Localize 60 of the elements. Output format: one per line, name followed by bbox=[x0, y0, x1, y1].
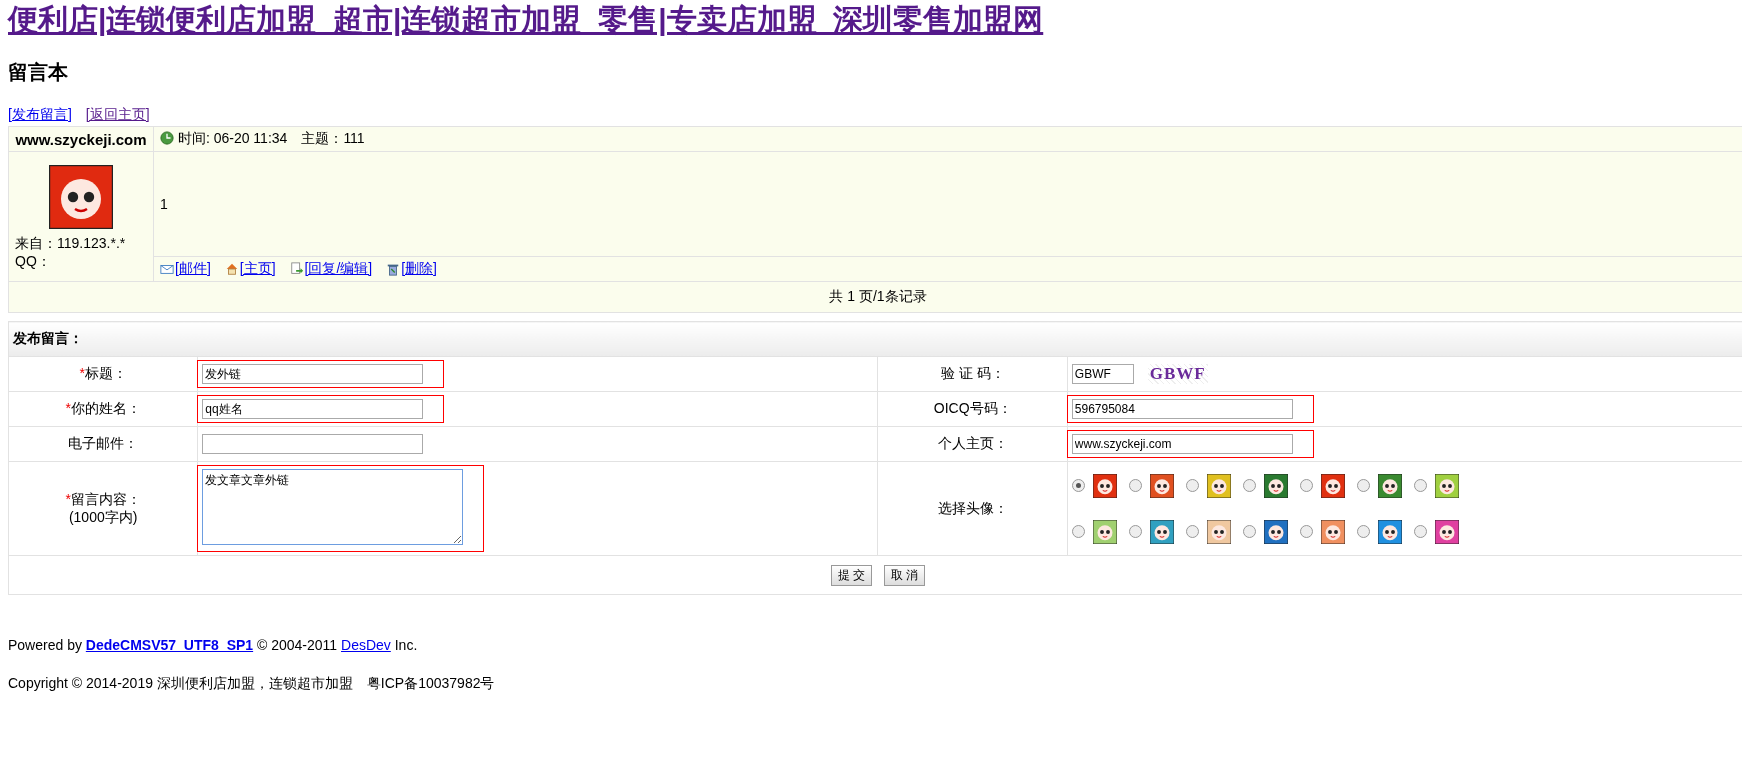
clock-icon bbox=[160, 131, 174, 145]
text-field[interactable]: www.szyckeji.com bbox=[1071, 434, 1293, 455]
page-title: 留言本 bbox=[8, 60, 68, 85]
radio-button[interactable] bbox=[1242, 525, 1256, 539]
captcha-image: GBWF bbox=[1147, 364, 1208, 385]
site-title-link[interactable]: 便利店|连锁便利店加盟_超市|连锁超市加盟_零售|专卖店加盟_深圳零售加盟网 bbox=[8, 0, 1044, 41]
field-label: *你的姓名： bbox=[65, 400, 141, 417]
action-link[interactable]: [删除] bbox=[401, 260, 437, 278]
visitor-ip: 来自：119.123.*.* bbox=[15, 234, 127, 253]
field-label: 验 证 码： bbox=[940, 365, 1005, 382]
radio-button[interactable] bbox=[1128, 525, 1142, 539]
text-field[interactable] bbox=[202, 434, 424, 455]
company-link[interactable]: DesDev bbox=[341, 637, 391, 654]
field-label: 个人主页： bbox=[937, 435, 1008, 452]
page-count: 共 1 页/1条记录 bbox=[8, 281, 1742, 313]
radio-button[interactable] bbox=[1071, 525, 1085, 539]
radio-button[interactable] bbox=[1356, 525, 1370, 539]
house-icon bbox=[224, 262, 239, 276]
radio-button[interactable] bbox=[1356, 479, 1370, 493]
field-label: 选择头像： bbox=[937, 499, 1008, 516]
envelope-icon bbox=[160, 262, 174, 276]
cartoon-avatar-icon bbox=[49, 164, 113, 229]
radio-button[interactable] bbox=[1413, 525, 1427, 539]
copyright-text: Copyright © 2014-2019 深圳便利店加盟，连锁超市加盟 粤ICP备10037982号 bbox=[8, 674, 496, 694]
powered-text: Powered by bbox=[8, 637, 82, 654]
form-header: 发布留言： bbox=[8, 321, 1742, 357]
radio-button[interactable] bbox=[1299, 479, 1313, 493]
form-button[interactable]: 提 交 bbox=[830, 564, 872, 586]
captcha-field[interactable]: GBWF bbox=[1071, 364, 1134, 384]
field-label: 电子邮件： bbox=[68, 435, 139, 452]
author-name: www.szyckeji.com bbox=[15, 130, 147, 148]
field-label: *标题： bbox=[79, 365, 127, 382]
nav-link[interactable]: [返回主页] bbox=[85, 106, 150, 124]
radio-button[interactable] bbox=[1185, 525, 1199, 539]
radio-button[interactable] bbox=[1242, 479, 1256, 493]
field-label: *留言内容： bbox=[65, 490, 141, 507]
message-field[interactable]: 发文章文章外链 bbox=[202, 469, 464, 546]
qq-label: QQ： bbox=[15, 252, 52, 271]
field-note: (1000字内) bbox=[68, 508, 138, 525]
cms-link[interactable]: DedeCMSV57_UTF8_SP1 bbox=[85, 637, 254, 654]
post-time: 时间: 06-20 11:34 bbox=[177, 130, 288, 146]
company-suffix: Inc. bbox=[394, 637, 418, 654]
action-link[interactable]: [回复/编辑] bbox=[304, 260, 373, 278]
nav-link[interactable]: [发布留言] bbox=[8, 106, 72, 124]
text-field[interactable]: 596795084 bbox=[1071, 399, 1293, 420]
text-field[interactable]: 发外链 bbox=[202, 364, 424, 385]
form-button[interactable]: 取 消 bbox=[884, 564, 926, 586]
radio-button[interactable] bbox=[1128, 479, 1142, 493]
radio-button[interactable] bbox=[1185, 479, 1199, 493]
action-link[interactable]: [主页] bbox=[239, 260, 276, 278]
radio-button[interactable] bbox=[1413, 479, 1427, 493]
field-label: OICQ号码： bbox=[933, 400, 1012, 417]
trash-can-icon bbox=[386, 262, 401, 276]
action-link[interactable]: [邮件] bbox=[175, 260, 211, 278]
text-field[interactable]: qq姓名 bbox=[202, 399, 424, 420]
radio-button[interactable] bbox=[1299, 525, 1313, 539]
document-arrow-icon bbox=[289, 262, 304, 276]
copyright-years: © 2004-2011 bbox=[257, 637, 338, 654]
post-subject: 主题：111 bbox=[301, 130, 365, 146]
radio-button[interactable] bbox=[1071, 479, 1085, 493]
